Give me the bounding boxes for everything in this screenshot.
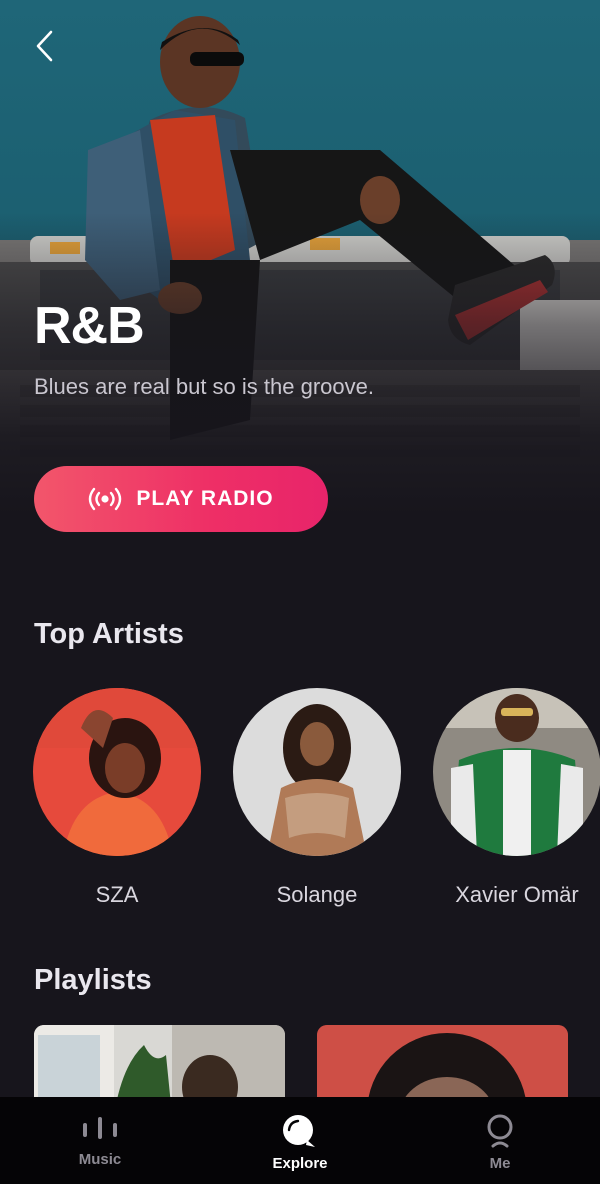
artist-avatar [433,688,600,856]
artist-avatar [233,688,401,856]
artist-avatar [33,688,201,856]
artist-name: SZA [95,882,139,907]
genre-screen: R&B Blues are real but so is the groove.… [0,0,600,1184]
nav-tab-me[interactable]: Me [400,1097,600,1184]
play-radio-label: PLAY RADIO [136,487,274,510]
genre-title: R&B [34,297,145,355]
chevron-left-icon [36,30,53,62]
equalizer-bars-icon [83,1117,117,1139]
artist-card-solange[interactable]: Solange [232,688,402,908]
nav-label: Music [78,1151,122,1168]
nav-label: Explore [272,1155,328,1172]
playlists-heading: Playlists [34,964,152,996]
explore-bubble-icon [283,1115,315,1147]
bottom-navigation: Music Explore Me [0,1097,600,1184]
play-radio-button[interactable]: PLAY RADIO [34,466,328,532]
hero-banner: R&B Blues are real but so is the groove.… [0,0,600,560]
artist-name: Xavier Omär [455,882,579,907]
top-artists-row: SZA Solange Xavier Omär [0,688,600,918]
nav-tab-music[interactable]: Music [0,1097,200,1184]
back-button[interactable] [22,24,66,68]
artist-card-xavier-omar[interactable]: Xavier Omär [432,688,600,908]
genre-subtitle: Blues are real but so is the groove. [34,374,374,399]
artist-name: Solange [276,882,358,907]
top-artists-heading: Top Artists [34,618,184,650]
artist-card-sza[interactable]: SZA [32,688,202,908]
nav-tab-explore[interactable]: Explore [200,1097,400,1184]
profile-icon [487,1114,513,1148]
radio-broadcast-icon [89,487,122,511]
nav-label: Me [489,1155,511,1172]
